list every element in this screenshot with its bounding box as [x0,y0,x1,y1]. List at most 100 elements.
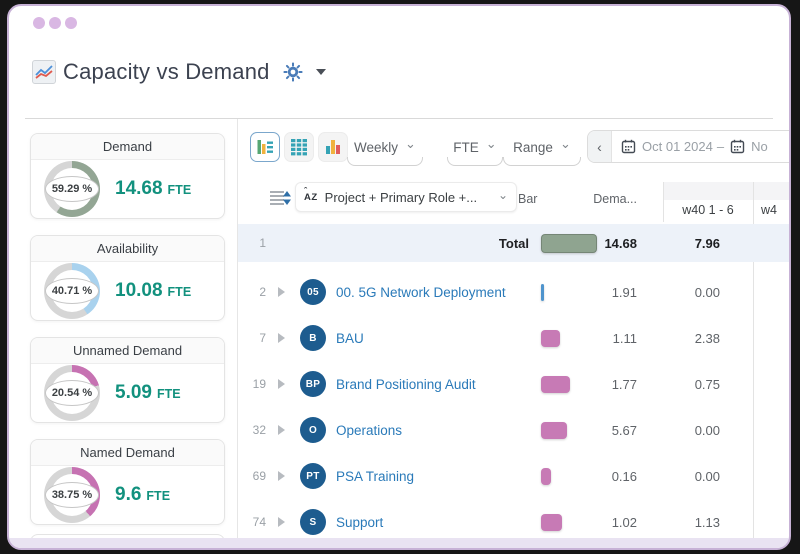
fte-unit: FTE [146,489,170,503]
start-date-value[interactable]: Oct 01 2024 [642,139,713,154]
project-badge: O [300,417,326,443]
row-number: 7 [248,331,266,345]
project-link[interactable]: 00. 5G Network Deployment [336,285,537,300]
table-total-row: 1 Total 14.68 7.96 [238,224,789,262]
project-badge: S [300,509,326,535]
kpi-card-title: Unnamed Demand [31,338,224,364]
kpi-card-availability: Availability 40.71 % 10.08 FTE [30,235,225,321]
demand-bar [541,514,562,531]
expand-caret-icon[interactable] [266,287,296,297]
project-badge: BP [300,371,326,397]
calendar-icon [730,139,745,154]
demand-bar [541,330,560,347]
total-demand-value: 14.68 [597,236,637,251]
expand-caret-icon[interactable] [266,425,296,435]
date-range-picker[interactable]: Oct 01 2024 – No [587,130,791,163]
sort-order-icon[interactable] [268,187,292,214]
row-number: 32 [248,423,266,437]
previous-period-chevron-icon[interactable] [588,131,612,162]
project-badge: B [300,325,326,351]
project-link[interactable]: BAU [336,331,537,346]
week40-value: 2.38 [637,331,725,346]
project-link[interactable]: Brand Positioning Audit [336,377,537,392]
percent-label: 40.71 % [45,278,99,304]
project-link[interactable]: PSA Training [336,469,537,484]
column-header-week41[interactable]: w4 [761,203,777,217]
settings-gear-icon[interactable] [283,62,303,82]
demand-bar [541,468,551,485]
window-dot[interactable] [33,17,45,29]
expand-caret-icon[interactable] [266,379,296,389]
demand-value: 1.77 [597,377,637,392]
project-link[interactable]: Operations [336,423,537,438]
calendar-icon [621,139,636,154]
percent-label: 38.75 % [45,482,99,508]
table-row[interactable]: 32 O Operations 5.67 0.00 [238,407,789,453]
column-header-week40[interactable]: w40 1 - 6 [663,203,753,217]
row-number: 69 [248,469,266,483]
app-window: Capacity vs Demand [7,4,791,550]
table-row[interactable]: 7 B BAU 1.11 2.38 [238,315,789,361]
period-dropdown[interactable]: Weekly [347,137,423,166]
title-menu-caret-icon[interactable] [316,69,326,75]
expand-caret-icon[interactable] [266,333,296,343]
window-controls [33,17,77,29]
demand-value: 1.02 [597,515,637,530]
bar-chart-view-button[interactable] [318,132,348,162]
grouping-dropdown[interactable]: AZ Project + Primary Role +... [295,182,517,212]
gantt-list-view-button[interactable] [250,132,280,162]
line-chart-icon [32,60,56,84]
window-dot[interactable] [49,17,61,29]
table-row[interactable]: 19 BP Brand Positioning Audit 1.77 0.75 [238,361,789,407]
range-dropdown[interactable]: Range [503,137,581,166]
kpi-card-demand: Demand 59.29 % 14.68FTE [30,133,225,219]
header-divider [25,118,773,119]
table-row[interactable]: 2 05 00. 5G Network Deployment 1.91 0.00 [238,269,789,315]
fte-value: 14.68 [115,178,163,200]
week-header-band [663,182,789,200]
donut-chart: 38.75 % [44,467,100,523]
expand-caret-icon[interactable] [266,471,296,481]
period-dropdown-value: Weekly [354,140,398,155]
demand-bar [541,376,570,393]
kpi-card-named-demand: Named Demand 38.75 % 9.6FTE [30,439,225,525]
percent-label: 59.29 % [45,176,99,202]
page-title: Capacity vs Demand [63,59,270,85]
demand-value: 0.16 [597,469,637,484]
percent-label: 20.54 % [45,380,99,406]
kpi-card-title: Demand [31,134,224,160]
week40-value: 1.13 [637,515,725,530]
demand-bar [541,422,567,439]
horizontal-scrollbar-track[interactable] [9,538,789,548]
demand-value: 1.11 [597,331,637,346]
project-badge: PT [300,463,326,489]
unit-dropdown[interactable]: FTE [447,137,503,166]
grid-view-button[interactable] [284,132,314,162]
total-week40-value: 7.96 [637,236,725,251]
total-label: Total [336,236,537,251]
window-dot[interactable] [65,17,77,29]
row-number: 19 [248,377,266,391]
demand-value: 1.91 [597,285,637,300]
row-number: 2 [248,285,266,299]
kpi-card-title: Availability [31,236,224,262]
week40-value: 0.00 [637,469,725,484]
expand-caret-icon[interactable] [266,517,296,527]
fte-unit: FTE [168,285,192,299]
range-dropdown-value: Range [513,140,553,155]
page-header: Capacity vs Demand [32,59,326,85]
demand-value: 5.67 [597,423,637,438]
table-row[interactable]: 69 PT PSA Training 0.16 0.00 [238,453,789,499]
donut-chart: 40.71 % [44,263,100,319]
grid-view-icon [289,137,309,157]
donut-chart: 20.54 % [44,365,100,421]
fte-value: 10.08 [115,280,163,302]
bar-chart-view-icon [323,137,343,157]
end-date-value[interactable]: No [751,139,768,154]
column-header-bar: Bar [518,192,537,206]
row-number: 1 [248,236,266,250]
fte-value: 5.09 [115,382,152,404]
project-link[interactable]: Support [336,515,537,530]
week40-value: 0.75 [637,377,725,392]
column-header-demand[interactable]: Dema... [569,192,637,206]
